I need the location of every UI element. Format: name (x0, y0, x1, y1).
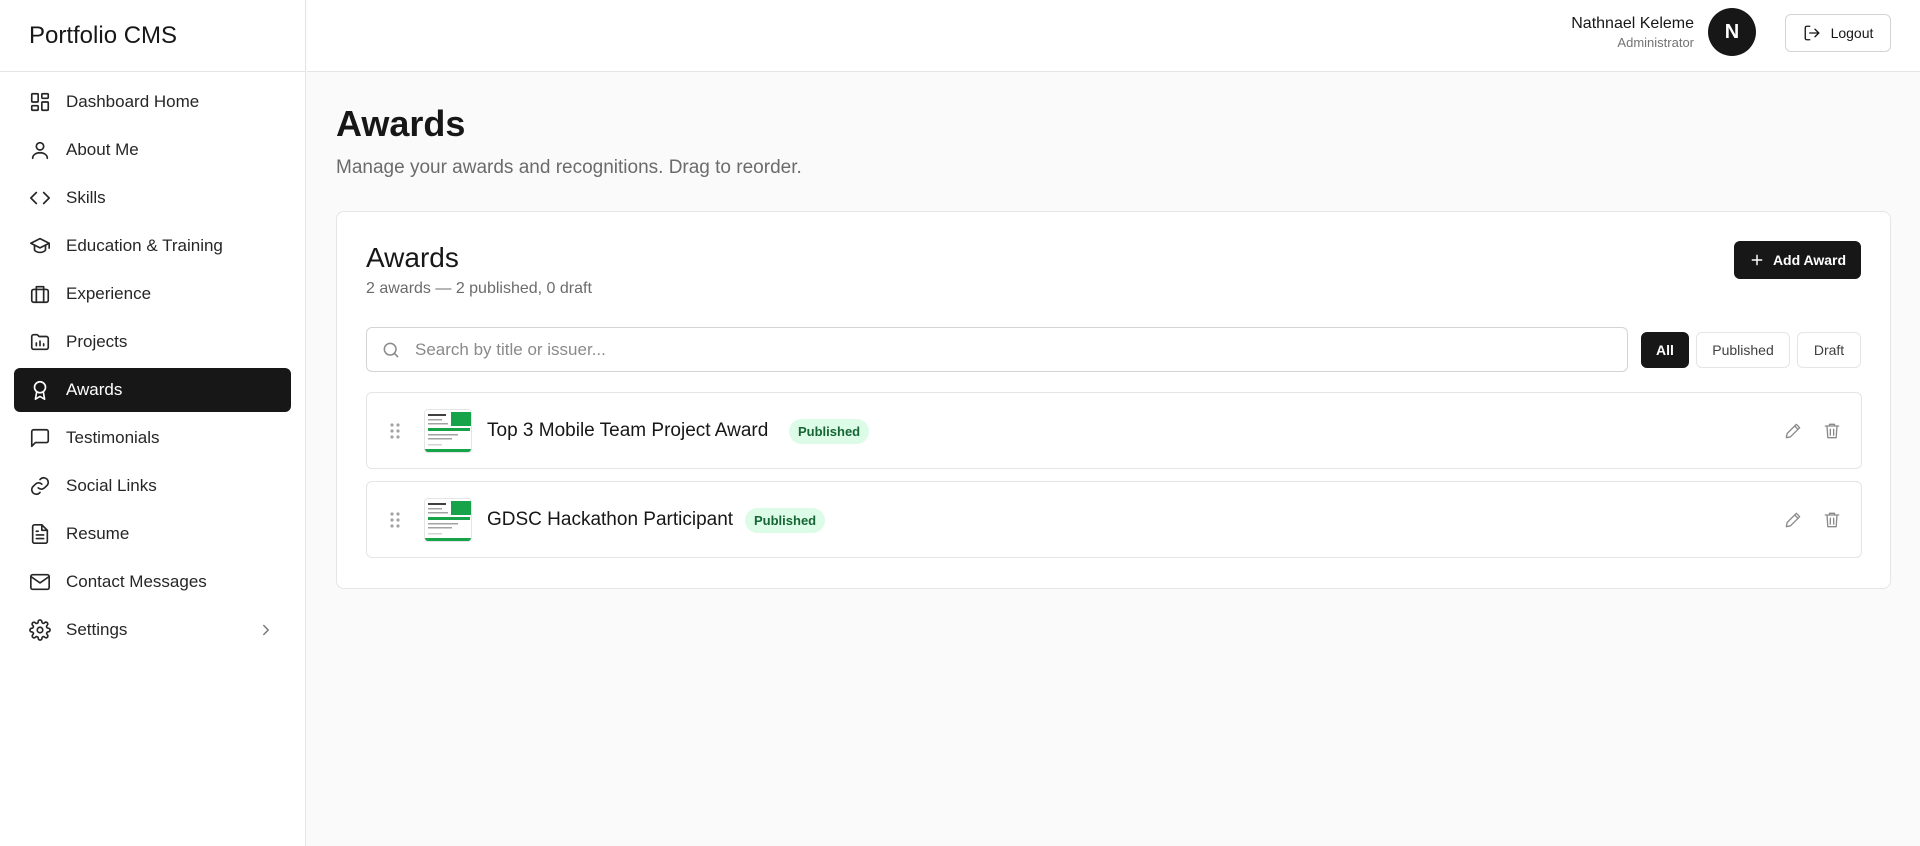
awards-count: 2 awards — 2 published, 0 draft (366, 280, 592, 297)
sidebar-item-label: Experience (66, 284, 152, 303)
sidebar-item-label: Awards (66, 380, 123, 399)
file-text-icon (29, 523, 51, 545)
settings-icon (29, 619, 51, 641)
sidebar-item-about-me[interactable]: About Me (14, 128, 291, 172)
plus-icon (1749, 252, 1765, 268)
sidebar-item-label: Dashboard Home (66, 92, 200, 111)
sidebar-item-education[interactable]: Education & Training (14, 224, 291, 268)
add-award-label: Add Award (1772, 252, 1847, 268)
drag-handle-icon[interactable] (388, 422, 402, 440)
user-name: Nathnael Keleme (1571, 15, 1694, 32)
top-bar: Nathnael Keleme Administrator N Logout (307, 0, 1920, 72)
logout-button[interactable]: Logout (1785, 14, 1891, 52)
dashboard-icon (29, 91, 51, 113)
award-row[interactable]: GDSC Hackathon Participant Published (366, 481, 1862, 558)
message-square-icon (29, 427, 51, 449)
user-role: Administrator (1617, 35, 1694, 50)
award-title: GDSC Hackathon Participant (487, 509, 734, 530)
user-info: Nathnael Keleme Administrator (1571, 14, 1694, 52)
sidebar-item-label: Resume (66, 524, 130, 543)
status-badge: Published (745, 508, 826, 533)
drag-handle-icon[interactable] (388, 511, 402, 529)
search-icon (367, 340, 415, 360)
search-box (366, 327, 1628, 372)
sidebar-item-projects[interactable]: Projects (14, 320, 291, 364)
sidebar-item-label: Skills (66, 188, 106, 207)
filter-published-button[interactable]: Published (1696, 332, 1790, 368)
chevron-right-icon (257, 621, 275, 639)
sidebar-item-testimonials[interactable]: Testimonials (14, 416, 291, 460)
sidebar-item-label: Contact Messages (66, 572, 207, 591)
code-icon (29, 187, 51, 209)
sidebar: Portfolio CMS Dashboard Home About Me Sk… (0, 0, 306, 846)
edit-icon[interactable] (1783, 421, 1803, 441)
card-title: Awards (366, 242, 459, 273)
award-thumbnail (424, 409, 472, 453)
app-title: Portfolio CMS (0, 0, 305, 72)
sidebar-nav: Dashboard Home About Me Skills Education… (0, 72, 305, 664)
folder-chart-icon (29, 331, 51, 353)
avatar[interactable]: N (1708, 8, 1756, 56)
edit-icon[interactable] (1783, 510, 1803, 530)
logout-icon (1803, 24, 1821, 42)
filter-all-button[interactable]: All (1641, 332, 1689, 368)
award-row[interactable]: Top 3 Mobile Team Project Award Publishe… (366, 392, 1862, 469)
sidebar-item-label: Testimonials (66, 428, 160, 447)
sidebar-item-skills[interactable]: Skills (14, 176, 291, 220)
sidebar-item-label: Education & Training (66, 236, 223, 255)
sidebar-item-dashboard-home[interactable]: Dashboard Home (14, 80, 291, 124)
sidebar-item-label: Settings (66, 620, 128, 639)
user-icon (29, 139, 51, 161)
filter-draft-button[interactable]: Draft (1797, 332, 1861, 368)
award-icon (29, 379, 51, 401)
sidebar-item-settings[interactable]: Settings (14, 608, 291, 652)
status-badge: Published (789, 419, 870, 444)
briefcase-icon (29, 283, 51, 305)
graduation-cap-icon (29, 235, 51, 257)
award-title: Top 3 Mobile Team Project Award (487, 420, 769, 441)
sidebar-item-resume[interactable]: Resume (14, 512, 291, 556)
sidebar-item-label: Social Links (66, 476, 157, 495)
sidebar-item-label: About Me (66, 140, 139, 159)
add-award-button[interactable]: Add Award (1734, 241, 1861, 279)
page-subtitle: Manage your awards and recognitions. Dra… (336, 157, 802, 178)
sidebar-item-contact-messages[interactable]: Contact Messages (14, 560, 291, 604)
sidebar-item-awards[interactable]: Awards (14, 368, 291, 412)
link-icon (29, 475, 51, 497)
trash-icon[interactable] (1822, 510, 1842, 530)
sidebar-item-label: Projects (66, 332, 128, 351)
sidebar-item-experience[interactable]: Experience (14, 272, 291, 316)
page-title: Awards (336, 103, 466, 144)
award-thumbnail (424, 498, 472, 542)
logout-label: Logout (1830, 25, 1874, 41)
sidebar-item-social-links[interactable]: Social Links (14, 464, 291, 508)
search-input[interactable] (415, 328, 1627, 371)
trash-icon[interactable] (1822, 421, 1842, 441)
mail-icon (29, 571, 51, 593)
awards-card: Awards 2 awards — 2 published, 0 draft A… (336, 211, 1891, 589)
